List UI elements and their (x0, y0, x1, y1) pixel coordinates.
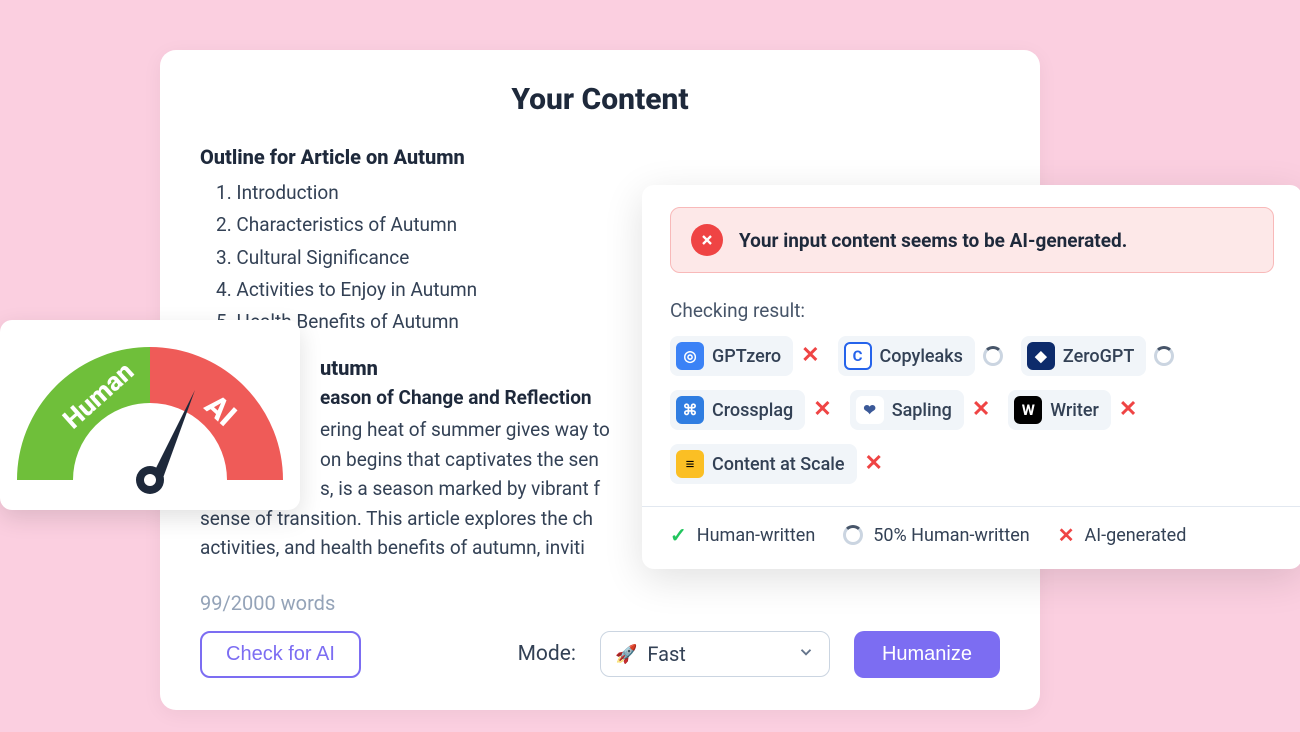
chevron-down-icon (797, 643, 815, 665)
detector-item: ◆ ZeroGPT (1021, 336, 1174, 376)
x-icon: ✕ (801, 345, 819, 367)
detector-name: ZeroGPT (1063, 346, 1134, 367)
sapling-logo-icon: ❤ (856, 396, 884, 424)
legend-label: AI-generated (1084, 525, 1186, 546)
detector-name: Writer (1050, 400, 1099, 421)
copyleaks-logo-icon: C (844, 342, 872, 370)
x-icon: ✕ (1119, 399, 1137, 421)
detector-chip-content-at-scale: ≡ Content at Scale (670, 444, 857, 484)
legend-human: ✓ Human-written (670, 523, 815, 547)
rocket-icon: 🚀 (615, 644, 637, 665)
mode-value: Fast (647, 642, 787, 666)
checking-result-label: Checking result: (670, 299, 1274, 322)
detector-chip-copyleaks: C Copyleaks (838, 336, 975, 376)
x-icon: ✕ (865, 453, 883, 475)
result-panel: Your input content seems to be AI-genera… (642, 185, 1300, 569)
detector-name: Sapling (892, 400, 952, 421)
x-icon: ✕ (972, 399, 990, 421)
writer-logo-icon: W (1014, 396, 1042, 424)
spinner-icon (1154, 346, 1174, 366)
detector-item: ⌘ Crossplag ✕ (670, 390, 832, 430)
detector-item: ≡ Content at Scale ✕ (670, 444, 883, 484)
mode-label: Mode: (518, 642, 576, 666)
detector-item: ❤ Sapling ✕ (850, 390, 991, 430)
zerogpt-logo-icon: ◆ (1027, 342, 1055, 370)
legend-row: ✓ Human-written 50% Human-written ✕ AI-g… (670, 523, 1274, 547)
page-title: Your Content (200, 82, 1000, 117)
detector-item: C Copyleaks (838, 336, 1003, 376)
check-for-ai-button[interactable]: Check for AI (200, 631, 361, 678)
detector-name: Copyleaks (880, 346, 963, 367)
alert-x-icon (691, 224, 723, 256)
divider (642, 506, 1300, 507)
legend-label: Human-written (697, 525, 816, 546)
detector-item: W Writer ✕ (1008, 390, 1137, 430)
detector-name: Content at Scale (712, 454, 845, 475)
human-ai-gauge: Human AI (15, 330, 285, 500)
x-icon: ✕ (813, 399, 831, 421)
spinner-icon (843, 525, 863, 545)
detector-list: ◎ GPTzero ✕ C Copyleaks ◆ ZeroGPT ⌘ C (670, 336, 1274, 484)
crossplag-logo-icon: ⌘ (676, 396, 704, 424)
check-icon: ✓ (670, 523, 687, 547)
detector-chip-crossplag: ⌘ Crossplag (670, 390, 805, 430)
detector-chip-gptzero: ◎ GPTzero (670, 336, 793, 376)
detector-chip-writer: W Writer (1008, 390, 1111, 430)
spinner-icon (983, 346, 1003, 366)
detector-chip-sapling: ❤ Sapling (850, 390, 964, 430)
humanize-button[interactable]: Humanize (854, 631, 1000, 678)
alert-text: Your input content seems to be AI-genera… (739, 229, 1127, 252)
detector-item: ◎ GPTzero ✕ (670, 336, 820, 376)
mode-select[interactable]: 🚀 Fast (600, 631, 830, 677)
controls-row: Check for AI Mode: 🚀 Fast Humanize (200, 631, 1000, 678)
gauge-card: Human AI (0, 320, 300, 510)
word-count: 99/2000 words (200, 591, 1000, 615)
legend-ai: ✕ AI-generated (1058, 523, 1187, 547)
gptzero-logo-icon: ◎ (676, 342, 704, 370)
detector-name: GPTzero (712, 346, 781, 367)
legend-half: 50% Human-written (843, 525, 1029, 546)
detector-name: Crossplag (712, 400, 793, 421)
detector-chip-zerogpt: ◆ ZeroGPT (1021, 336, 1146, 376)
x-icon: ✕ (1058, 523, 1075, 547)
legend-label: 50% Human-written (873, 525, 1029, 546)
alert-banner: Your input content seems to be AI-genera… (670, 207, 1274, 273)
contentatscale-logo-icon: ≡ (676, 450, 704, 478)
outline-heading: Outline for Article on Autumn (200, 145, 1000, 169)
